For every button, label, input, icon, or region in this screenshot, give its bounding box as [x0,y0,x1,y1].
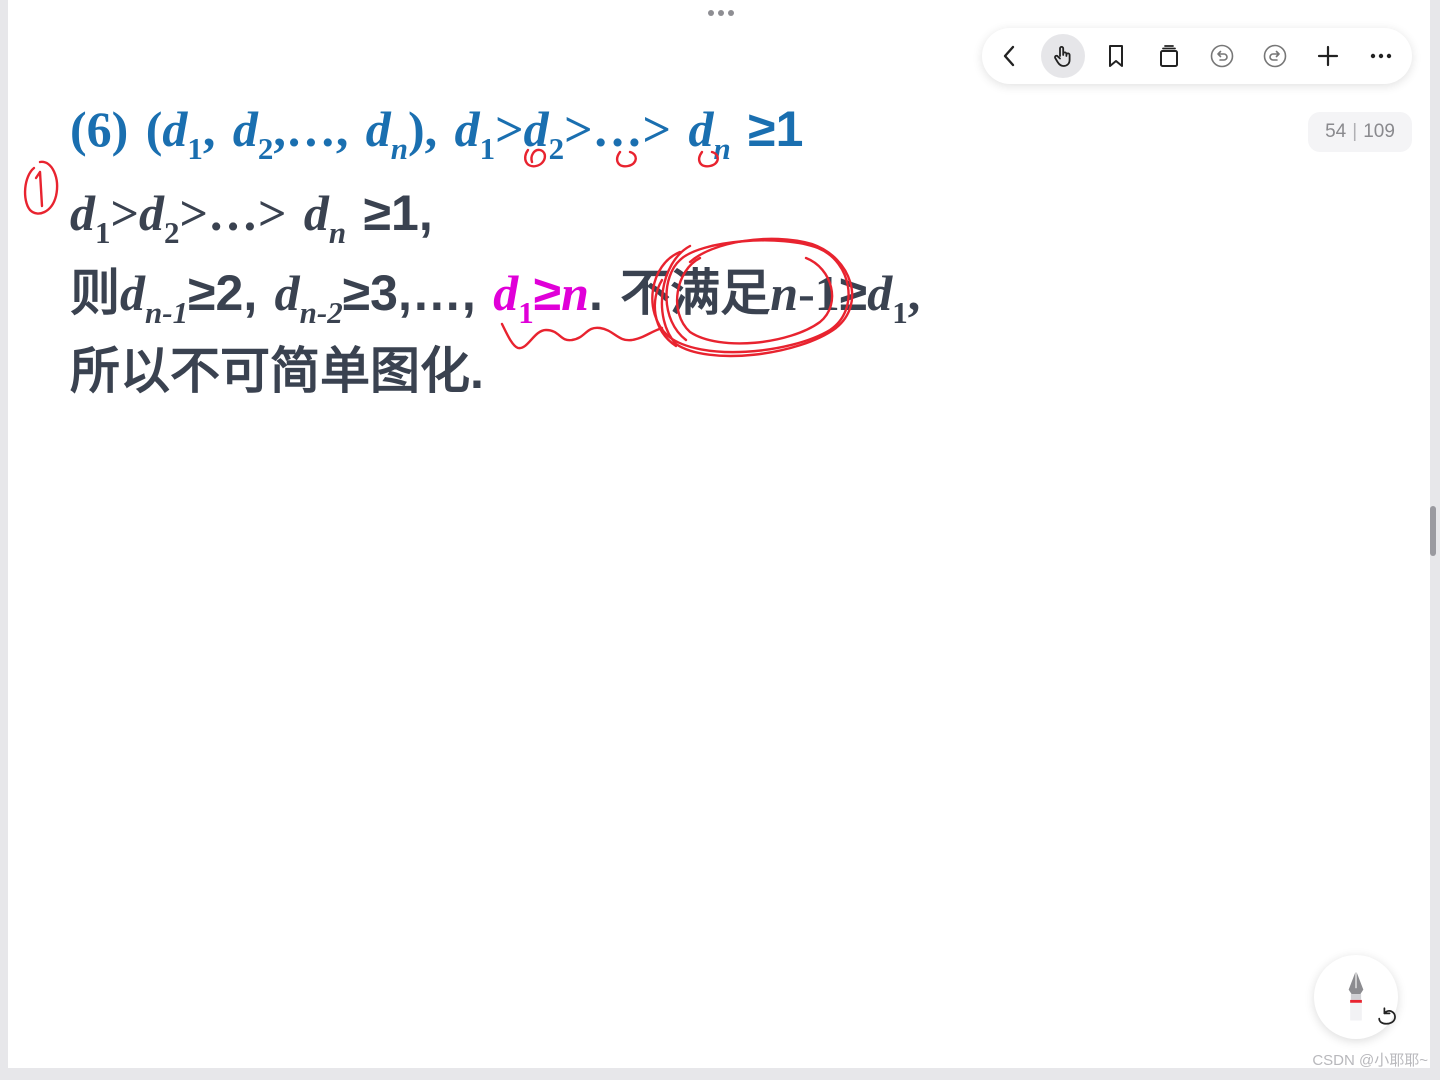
var-d: d [120,265,145,321]
var-n: n [770,265,799,321]
math-line-2: d1>d2>…> dn ≥1, [70,185,433,248]
pen-undo-icon [1378,1007,1396,1025]
sub-n: n [390,131,408,167]
fountain-pen-icon [1348,970,1364,1021]
var-d: d [688,101,714,157]
more-icon [1370,53,1392,59]
geq-one: ≥1 [748,101,804,157]
sub-n-1: n-1 [145,295,189,331]
chevron-left-icon [1003,45,1015,67]
pen-tool-button[interactable] [1314,955,1398,1039]
comma: , [202,101,216,157]
page-stack-icon [1160,45,1178,67]
watermark: CSDN @小耶耶~ [1312,1052,1428,1069]
math-line-3: 则dn-1≥2, dn-2≥3,…, d1≥n. 不满足n-1≥d1, [70,265,921,328]
then-word: 则 [70,265,120,321]
undo-icon [1210,44,1234,68]
redo-icon [1263,44,1287,68]
undo-button[interactable] [1200,34,1244,78]
sub-1: 1 [892,295,908,331]
var-d: d [867,265,893,321]
gt-ellipsis: >…> [179,185,287,241]
geq: ≥ [839,265,868,321]
var-d: d [303,185,329,241]
var-n: n [561,265,589,321]
sub-1: 1 [95,215,111,251]
page-indicator[interactable]: 54 | 109 [1308,112,1412,152]
bookmark-button[interactable] [1094,34,1138,78]
geq-three: ≥3,…, [342,265,476,321]
var-d: d [274,265,300,321]
reader-toolbar [982,28,1412,84]
gt: > [495,101,524,157]
total-pages: 109 [1363,121,1395,142]
not-satisfy-word: 不满足 [620,265,771,321]
var-d: d [523,101,549,157]
hand-tool-button[interactable] [1041,34,1085,78]
math-line-1: (6) (d1, d2,…, dn), d1>d2>…> dn ≥1 [70,101,804,164]
sub-1: 1 [187,131,203,167]
period: . [588,265,603,321]
current-page: 54 [1325,121,1347,142]
var-d: d [232,101,258,157]
back-button[interactable] [988,34,1032,78]
math-line-4: 所以不可简单图化. [70,343,484,399]
geq-one: ≥1, [363,185,433,241]
var-d: d [162,101,188,157]
sub-2: 2 [257,131,274,167]
sub-n: n [713,131,731,167]
sub-n-2: n-2 [299,295,343,331]
window-grabber[interactable] [705,8,737,18]
var-d: d [454,101,480,157]
geq-two: ≥2, [188,265,258,321]
add-button[interactable] [1306,34,1350,78]
var-d: d [139,185,164,241]
sub-2: 2 [548,131,565,167]
vertical-scrollbar[interactable] [1430,506,1436,556]
bookmark-icon [1109,45,1123,67]
var-d: d [493,265,519,321]
sub-n: n [328,215,347,251]
more-button[interactable] [1359,34,1403,78]
page-separator: | [1352,121,1358,142]
minus-one: -1 [798,265,840,321]
sub-1: 1 [479,131,496,167]
ellipsis: ,…, [273,101,349,157]
sub-2: 2 [164,215,180,251]
problem-number: (6) [70,101,129,157]
pages-button[interactable] [1147,34,1191,78]
geq: ≥ [533,265,562,321]
hand-pointer-icon [1054,46,1071,67]
redo-button[interactable] [1253,34,1297,78]
gt-ellipsis: >…> [564,101,672,157]
gt: > [110,185,140,241]
paren-open: ( [145,101,163,157]
highlight-d1-geq-n: d1≥n [493,264,589,328]
comma: , [907,265,921,321]
var-d: d [70,185,95,241]
paren-close: ), [407,101,438,157]
sub-1: 1 [518,295,534,331]
plus-icon [1317,45,1339,67]
var-d: d [365,101,391,157]
